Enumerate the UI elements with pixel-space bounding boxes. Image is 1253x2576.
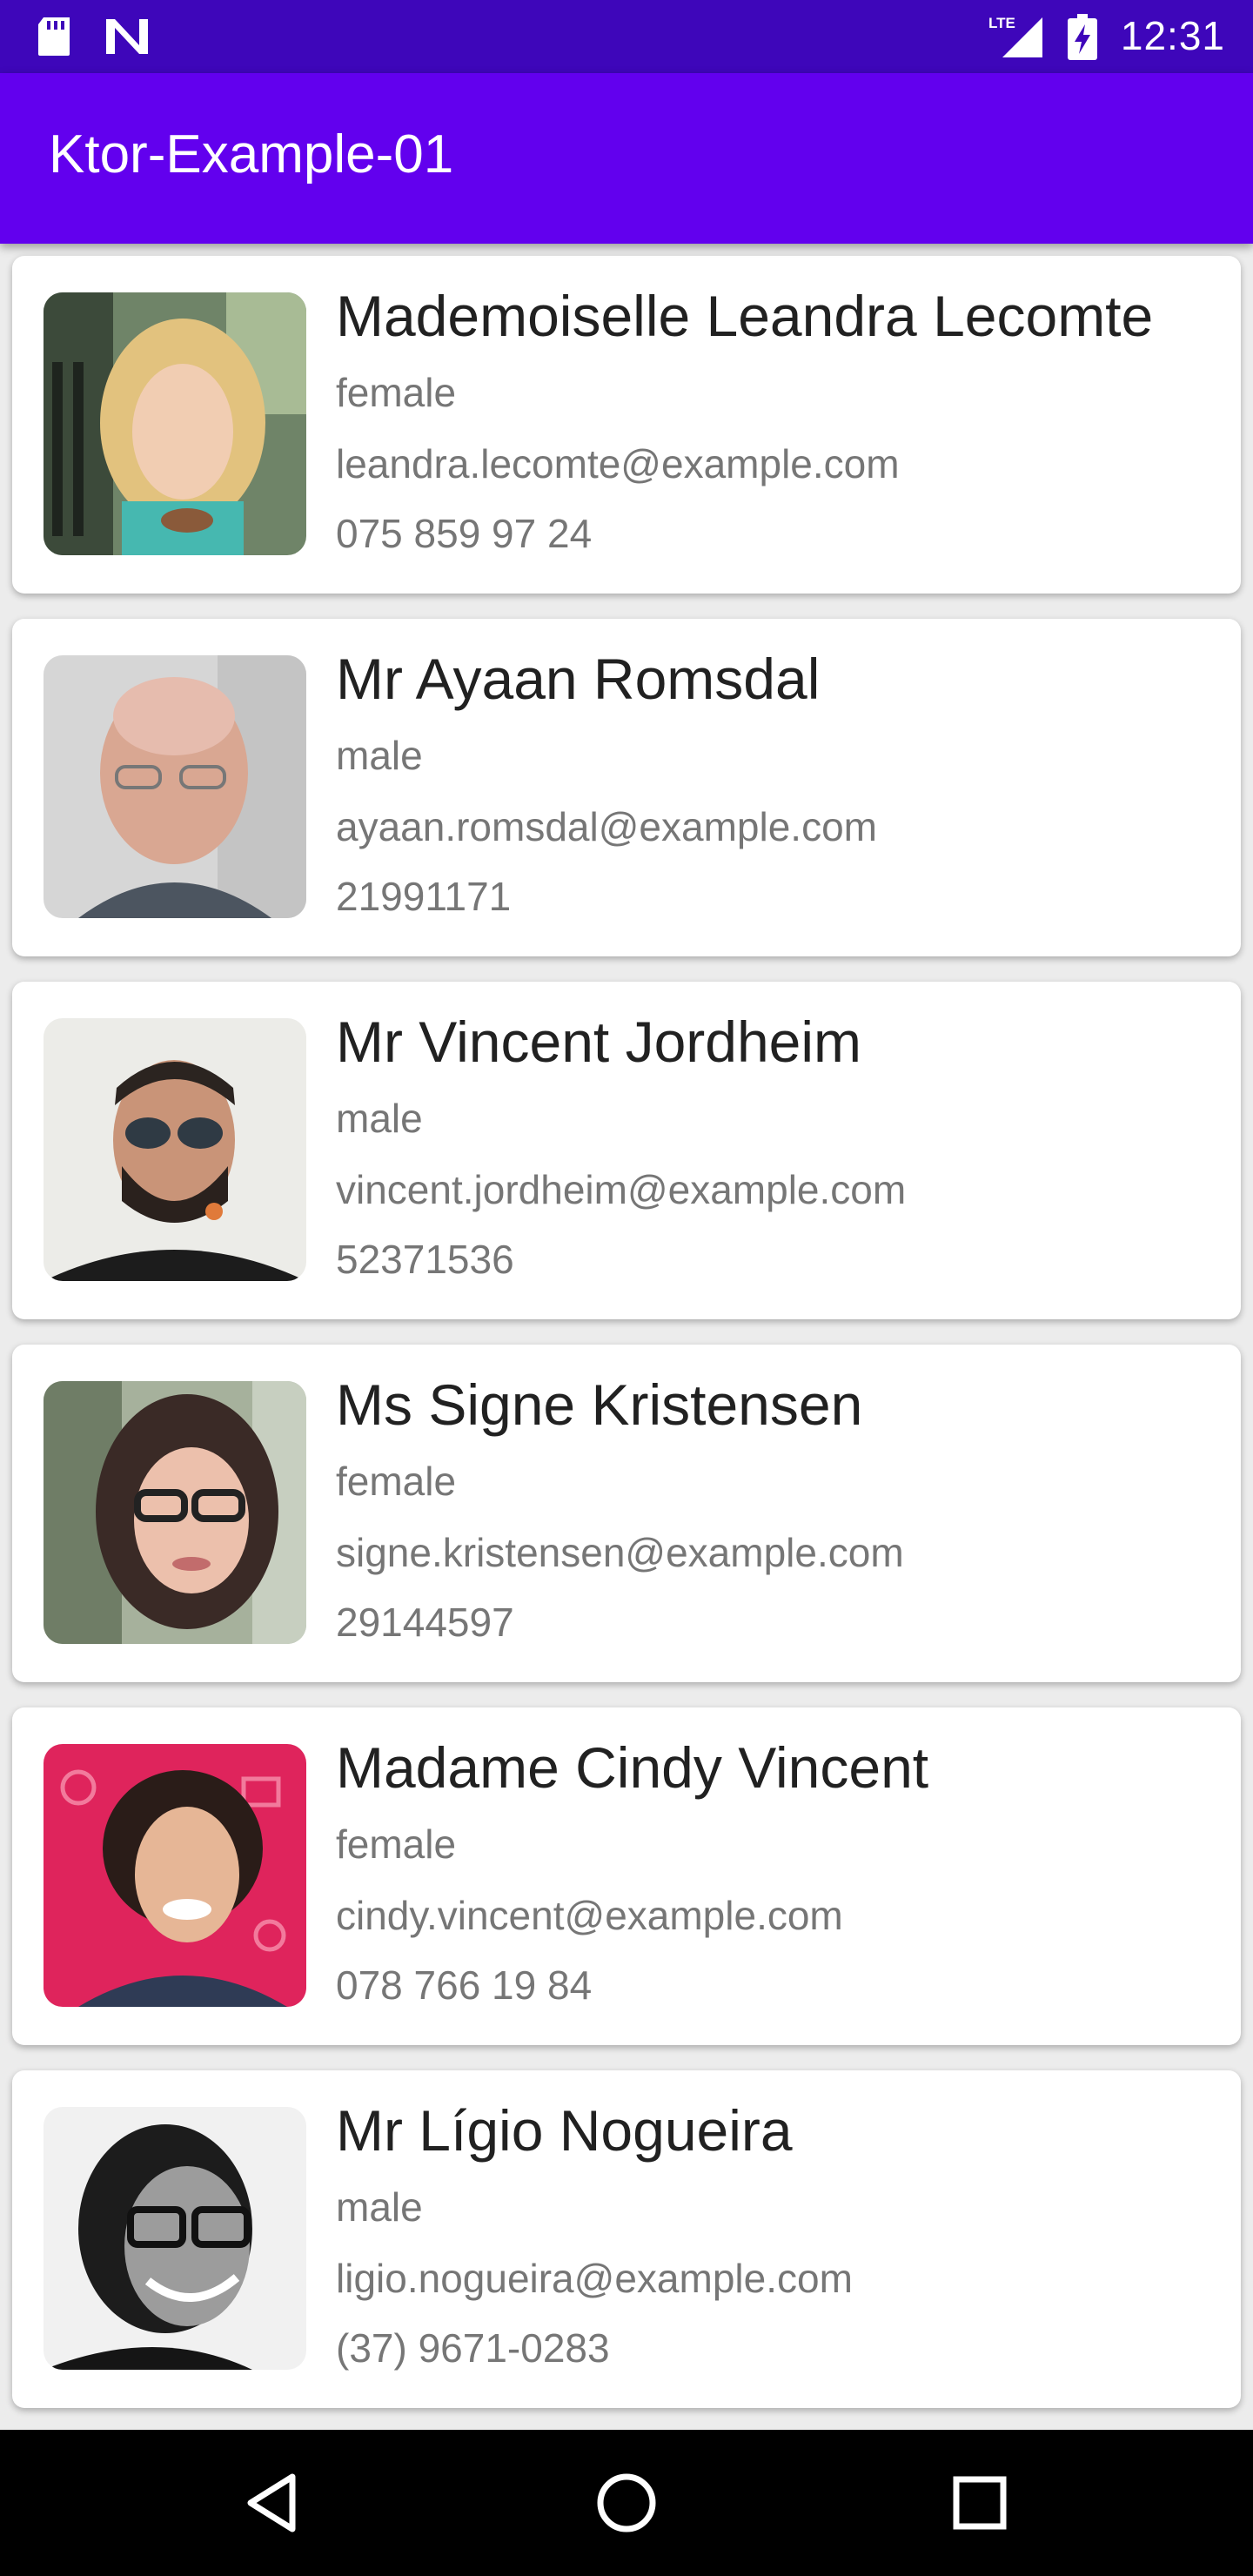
user-gender: female	[336, 370, 457, 415]
user-name: Ms Signe Kristensen	[336, 1372, 863, 1437]
user-email: ligio.nogueira@example.com	[336, 2256, 853, 2301]
user-avatar	[44, 2107, 306, 2370]
user-avatar	[44, 655, 306, 918]
user-card[interactable]: Mr Lígio Nogueira male ligio.nogueira@ex…	[12, 2070, 1241, 2408]
user-card[interactable]: Mademoiselle Leandra Lecomte female lean…	[12, 256, 1241, 594]
user-name: Mademoiselle Leandra Lecomte	[336, 284, 1154, 348]
user-card[interactable]: Madame Cindy Vincent female cindy.vincen…	[12, 1707, 1241, 2045]
user-gender: female	[336, 1459, 457, 1504]
user-avatar	[44, 1381, 306, 1644]
user-phone: 075 859 97 24	[336, 511, 593, 556]
user-phone: (37) 9671-0283	[336, 2325, 610, 2371]
sd-card-icon	[35, 16, 73, 62]
user-email: cindy.vincent@example.com	[336, 1893, 843, 1938]
navigation-bar	[0, 2430, 1253, 2576]
user-phone: 078 766 19 84	[336, 1962, 593, 2008]
status-time: 12:31	[1120, 13, 1225, 58]
back-icon[interactable]	[240, 2468, 310, 2538]
user-email: signe.kristensen@example.com	[336, 1530, 904, 1575]
user-name: Madame Cindy Vincent	[336, 1735, 929, 1800]
user-gender: male	[336, 1096, 423, 1141]
user-email: ayaan.romsdal@example.com	[336, 804, 877, 849]
user-email: leandra.lecomte@example.com	[336, 441, 900, 486]
recents-icon[interactable]	[945, 2468, 1015, 2538]
user-name: Mr Ayaan Romsdal	[336, 647, 821, 711]
home-icon[interactable]	[592, 2468, 661, 2538]
user-card[interactable]: Mr Ayaan Romsdal male ayaan.romsdal@exam…	[12, 619, 1241, 956]
status-bar: LTE 12:31	[0, 0, 1253, 73]
user-avatar	[44, 292, 306, 555]
svg-text:LTE: LTE	[988, 15, 1015, 31]
user-avatar	[44, 1018, 306, 1281]
app-title: Ktor-Example-01	[49, 124, 454, 184]
user-card[interactable]: Ms Signe Kristensen female signe.kristen…	[12, 1345, 1241, 1682]
user-email: vincent.jordheim@example.com	[336, 1167, 907, 1212]
user-gender: male	[336, 733, 423, 778]
user-phone: 21991171	[336, 874, 512, 919]
user-name: Mr Vincent Jordheim	[336, 1010, 862, 1074]
n-notification-icon	[103, 16, 151, 62]
user-phone: 52371536	[336, 1237, 514, 1282]
battery-charging-icon	[1067, 14, 1098, 65]
user-gender: male	[336, 2184, 423, 2230]
user-avatar	[44, 1744, 306, 2007]
user-gender: female	[336, 1821, 457, 1867]
user-name: Mr Lígio Nogueira	[336, 2098, 793, 2163]
app-bar: Ktor-Example-01	[0, 73, 1253, 244]
user-card[interactable]: Mr Vincent Jordheim male vincent.jordhei…	[12, 982, 1241, 1319]
user-phone: 29144597	[336, 1600, 514, 1645]
user-list[interactable]: Mademoiselle Leandra Lecomte female lean…	[0, 244, 1253, 2430]
lte-signal-icon: LTE	[988, 14, 1046, 64]
